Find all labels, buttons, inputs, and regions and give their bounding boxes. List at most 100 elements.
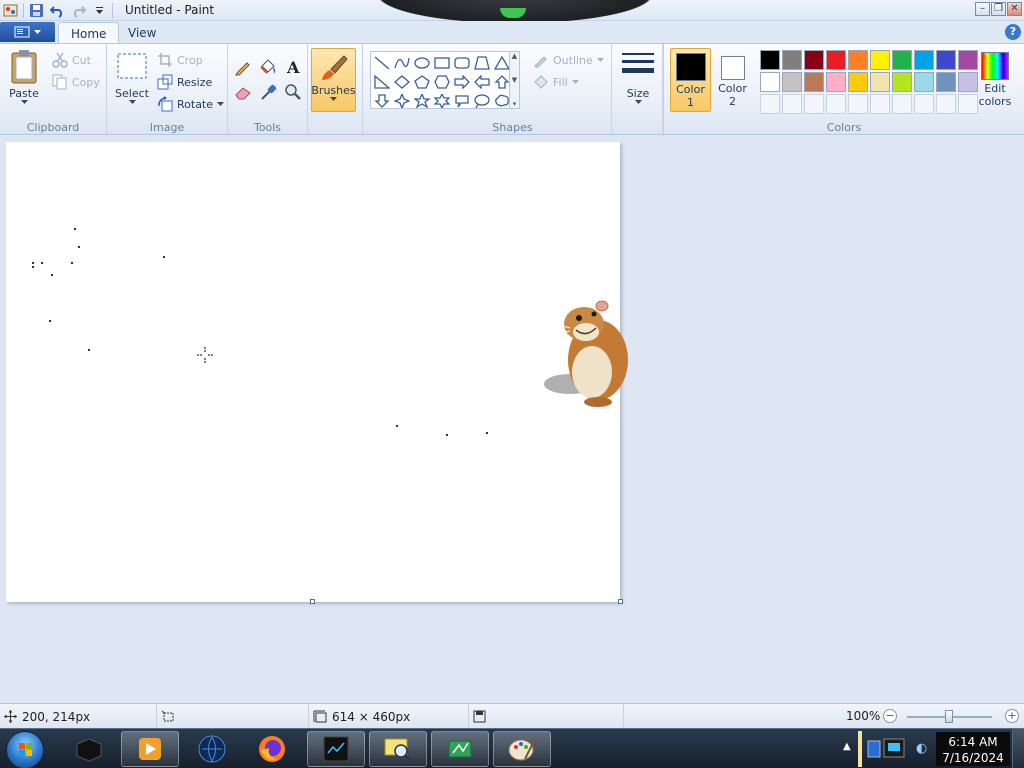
palette-custom-color-slot[interactable] <box>870 94 890 114</box>
minimize-button[interactable]: – <box>975 2 990 16</box>
right-arrow-shape-icon[interactable] <box>452 72 472 91</box>
fill-bucket-icon[interactable] <box>257 56 279 78</box>
rounded-callout-shape-icon[interactable] <box>452 91 472 110</box>
paint-menu-button[interactable] <box>0 22 55 42</box>
canvas-workspace[interactable] <box>0 136 1024 703</box>
palette-color-swatch[interactable] <box>804 50 824 70</box>
zoom-in-button[interactable]: + <box>1005 709 1019 723</box>
redo-icon[interactable] <box>70 2 87 19</box>
palette-custom-color-slot[interactable] <box>782 94 802 114</box>
restore-button[interactable]: ❐ <box>991 2 1006 16</box>
paint-app-icon[interactable] <box>2 2 19 19</box>
five-point-star-shape-icon[interactable] <box>412 91 432 110</box>
paste-button[interactable]: Paste <box>8 49 40 105</box>
palette-color-swatch[interactable] <box>782 72 802 92</box>
taskbar-app-network[interactable] <box>431 731 489 767</box>
palette-custom-color-slot[interactable] <box>760 94 780 114</box>
tray-network-icon[interactable] <box>866 735 912 766</box>
palette-color-swatch[interactable] <box>936 50 956 70</box>
tray-speaker-icon[interactable]: ◐ <box>916 741 927 756</box>
crop-button[interactable]: Crop <box>157 50 203 70</box>
palette-color-swatch[interactable] <box>848 72 868 92</box>
show-hidden-icons-icon[interactable]: ▲ <box>843 741 851 752</box>
rectangle-shape-icon[interactable] <box>432 53 452 72</box>
palette-custom-color-slot[interactable] <box>826 94 846 114</box>
palette-color-swatch[interactable] <box>804 72 824 92</box>
palette-custom-color-slot[interactable] <box>892 94 912 114</box>
taskbar-app-firefox[interactable] <box>243 731 301 767</box>
palette-color-swatch[interactable] <box>848 50 868 70</box>
outline-button[interactable]: Outline <box>533 50 604 70</box>
tab-view[interactable]: View <box>116 22 168 44</box>
text-tool-icon[interactable]: A <box>282 56 304 78</box>
palette-color-swatch[interactable] <box>892 50 912 70</box>
undo-icon[interactable] <box>49 2 66 19</box>
taskbar-app-monitor[interactable] <box>307 731 365 767</box>
diamond-shape-icon[interactable] <box>392 72 412 91</box>
four-point-star-shape-icon[interactable] <box>392 91 412 110</box>
rotate-button[interactable]: Rotate <box>157 94 225 114</box>
canvas-resize-handle-corner[interactable] <box>618 599 623 604</box>
six-point-star-shape-icon[interactable] <box>432 91 452 110</box>
help-icon[interactable]: ? <box>1005 24 1021 40</box>
palette-color-swatch[interactable] <box>826 50 846 70</box>
palette-custom-color-slot[interactable] <box>936 94 956 114</box>
fill-button[interactable]: Fill <box>533 72 579 92</box>
palette-custom-color-slot[interactable] <box>804 94 824 114</box>
down-arrow-shape-icon[interactable] <box>372 91 392 110</box>
color2-button[interactable]: Color 2 <box>712 48 753 112</box>
zoom-out-button[interactable]: − <box>883 709 897 723</box>
system-clock[interactable]: 6:14 AM 7/16/2024 <box>936 732 1010 766</box>
edit-colors-button[interactable]: Edit colors <box>975 48 1015 112</box>
polygon-shape-icon[interactable] <box>472 53 492 72</box>
close-button[interactable]: ✕ <box>1007 2 1022 16</box>
shapes-gallery-scroll[interactable]: ▲ ▼ ▾ <box>509 51 520 109</box>
eraser-icon[interactable] <box>232 81 254 103</box>
palette-color-swatch[interactable] <box>870 50 890 70</box>
ribbon-tab-row: Home View ? <box>0 21 1024 44</box>
pencil-icon[interactable] <box>232 56 254 78</box>
save-icon[interactable] <box>28 2 45 19</box>
palette-custom-color-slot[interactable] <box>848 94 868 114</box>
taskbar-app-globe[interactable] <box>183 731 241 767</box>
zoom-slider-thumb[interactable] <box>945 710 953 723</box>
magnifier-icon[interactable] <box>282 81 304 103</box>
palette-color-swatch[interactable] <box>936 72 956 92</box>
oval-callout-shape-icon[interactable] <box>472 91 492 110</box>
palette-color-swatch[interactable] <box>914 50 934 70</box>
customize-qat-icon[interactable] <box>91 2 108 19</box>
taskbar-app-black-box[interactable] <box>60 731 118 767</box>
taskbar-app-paint[interactable] <box>493 731 551 767</box>
color1-button[interactable]: Color 1 <box>670 48 711 112</box>
copy-button[interactable]: Copy <box>52 72 100 92</box>
right-triangle-shape-icon[interactable] <box>372 72 392 91</box>
drawing-canvas[interactable] <box>6 142 620 602</box>
palette-custom-color-slot[interactable] <box>914 94 934 114</box>
palette-color-swatch[interactable] <box>870 72 890 92</box>
tab-home[interactable]: Home <box>58 22 120 44</box>
taskbar-app-media-player[interactable] <box>121 731 179 767</box>
hexagon-shape-icon[interactable] <box>432 72 452 91</box>
left-arrow-shape-icon[interactable] <box>472 72 492 91</box>
curve-shape-icon[interactable] <box>392 53 412 72</box>
color-picker-icon[interactable] <box>257 81 279 103</box>
rounded-rectangle-shape-icon[interactable] <box>452 53 472 72</box>
pentagon-shape-icon[interactable] <box>412 72 432 91</box>
palette-color-swatch[interactable] <box>782 50 802 70</box>
cut-button[interactable]: Cut <box>52 50 91 70</box>
line-shape-icon[interactable] <box>372 53 392 72</box>
show-desktop-button[interactable] <box>1012 729 1024 768</box>
palette-color-swatch[interactable] <box>892 72 912 92</box>
palette-color-swatch[interactable] <box>826 72 846 92</box>
brushes-button[interactable]: Brushes <box>311 48 356 112</box>
palette-color-swatch[interactable] <box>914 72 934 92</box>
palette-color-swatch[interactable] <box>760 72 780 92</box>
size-button[interactable]: Size <box>621 49 655 105</box>
taskbar-app-search[interactable] <box>369 731 427 767</box>
oval-shape-icon[interactable] <box>412 53 432 72</box>
start-button[interactable] <box>6 731 44 768</box>
palette-color-swatch[interactable] <box>760 50 780 70</box>
select-button[interactable]: Select <box>115 49 149 105</box>
resize-button[interactable]: Resize <box>157 72 212 92</box>
canvas-resize-handle-bottom[interactable] <box>310 599 315 604</box>
